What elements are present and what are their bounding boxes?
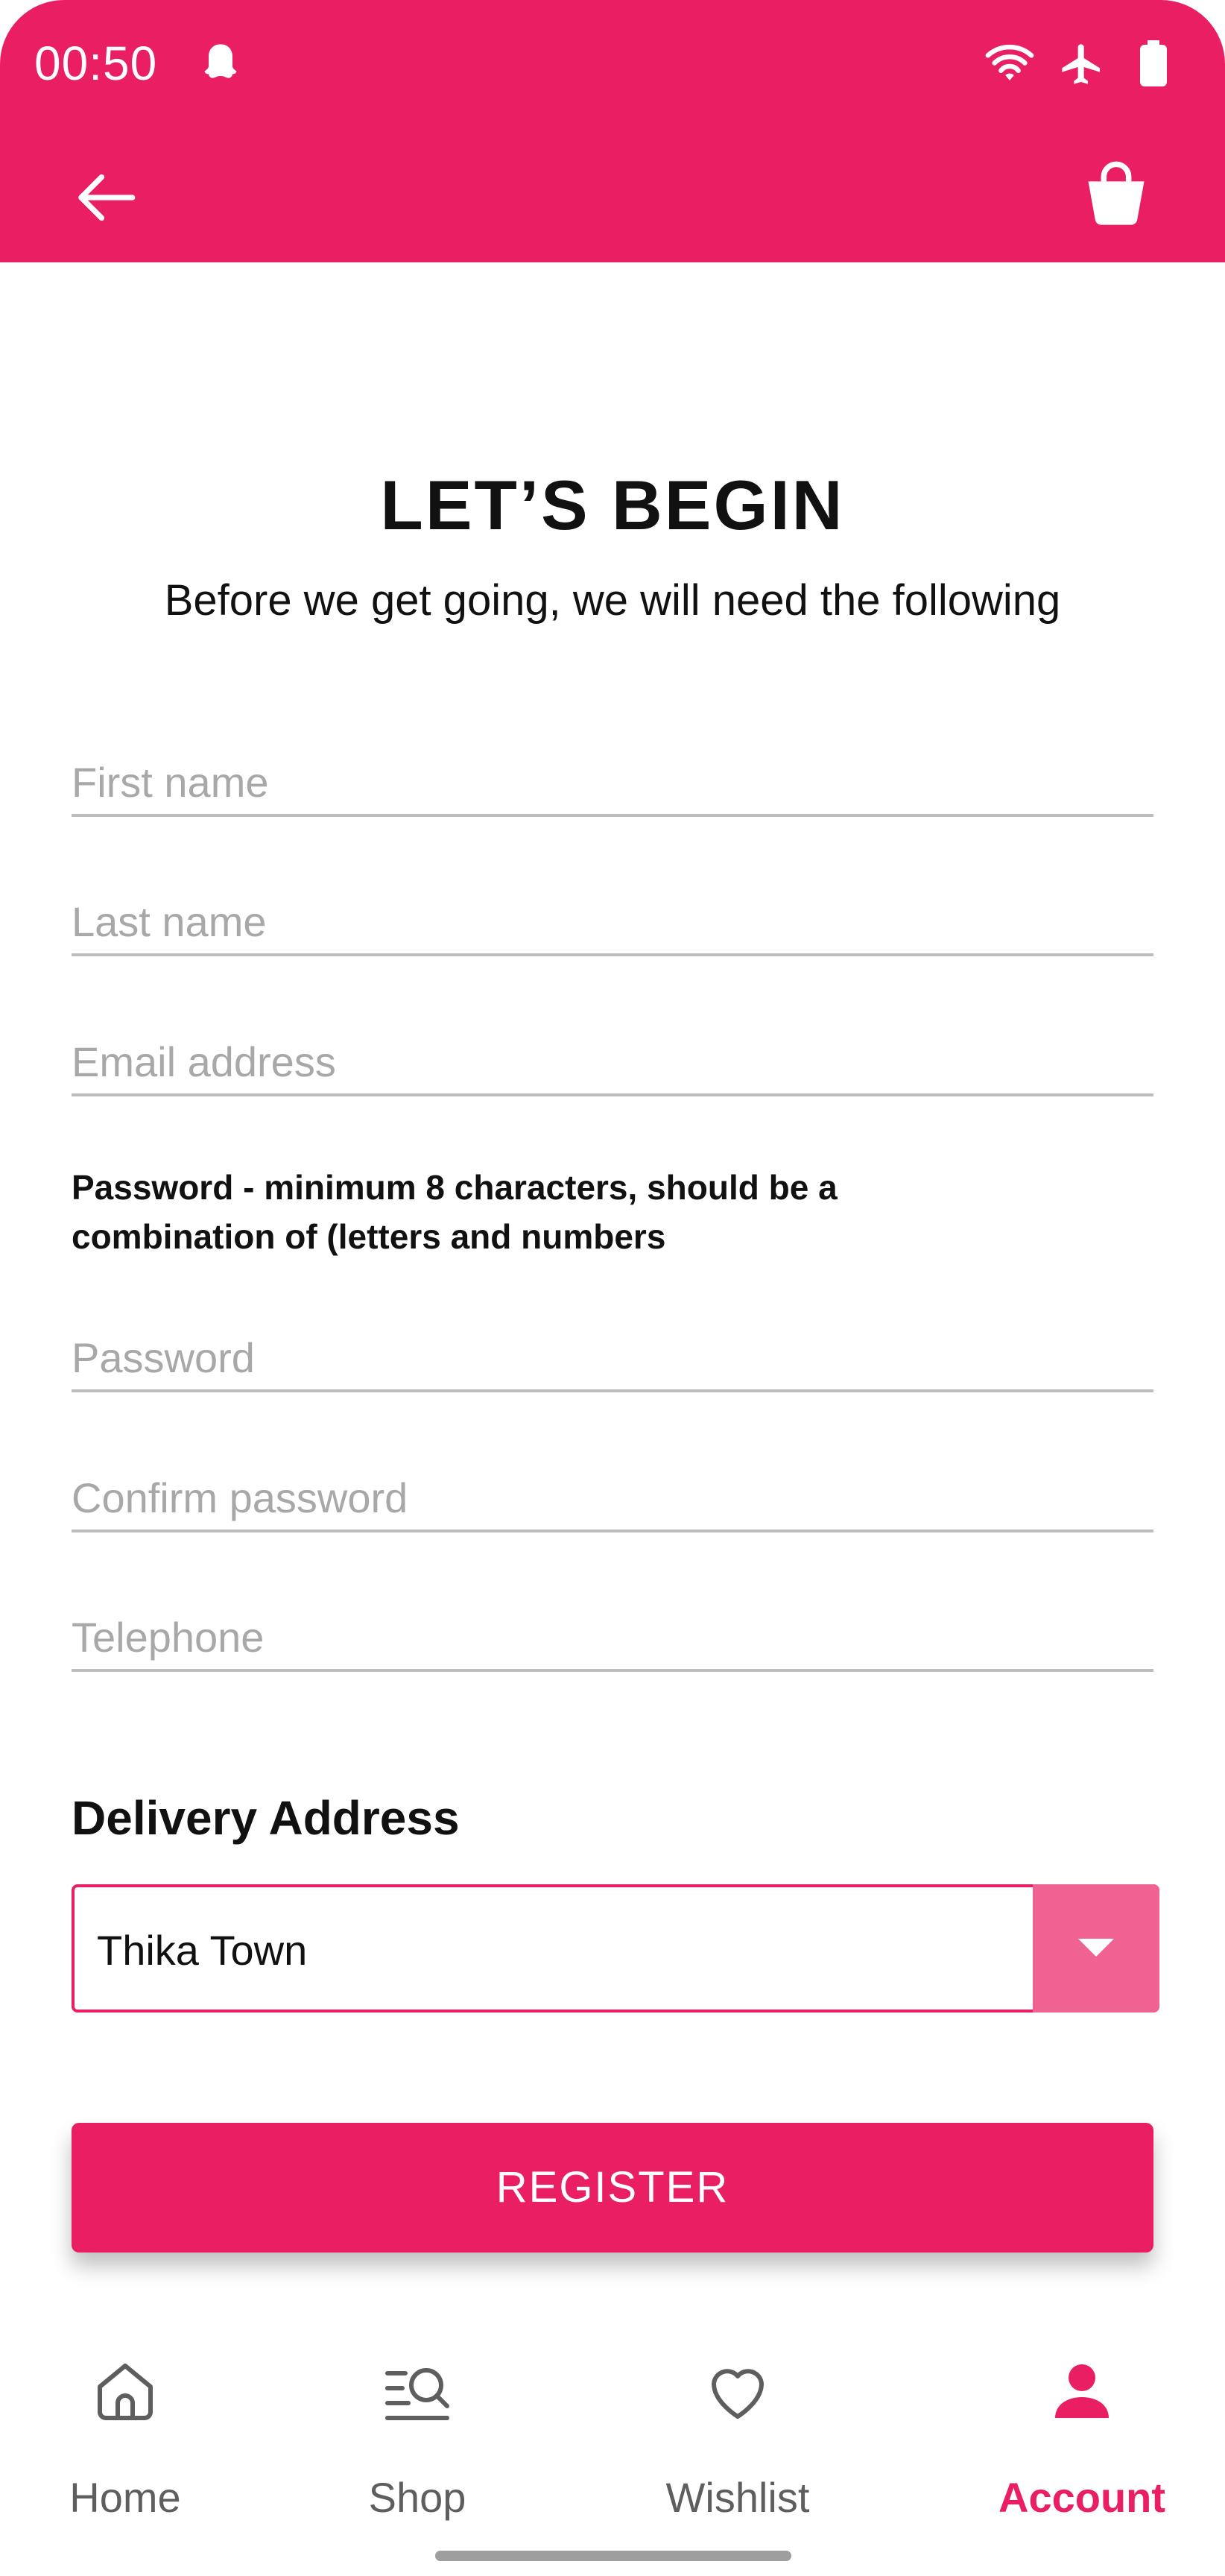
wifi-icon	[984, 42, 1036, 86]
email-input[interactable]	[72, 1029, 1153, 1096]
status-time: 00:50	[34, 37, 158, 90]
password-hint-line-2: combination of (letters and numbers	[72, 1217, 666, 1256]
shopping-bag-icon	[1079, 161, 1153, 234]
page-title: LET’S BEGIN	[380, 466, 845, 544]
app-header	[0, 0, 1225, 262]
delivery-address-select[interactable]: Thika Town	[72, 1884, 1159, 2012]
battery-icon	[1139, 40, 1168, 88]
arrow-left-icon	[64, 174, 146, 242]
page-subtitle: Before we get going, we will need the fo…	[164, 576, 1061, 625]
back-button[interactable]	[64, 157, 146, 239]
delivery-address-title: Delivery Address	[72, 1791, 460, 1845]
airplane-icon	[1058, 40, 1106, 88]
password-input[interactable]	[72, 1325, 1153, 1392]
telephone-input[interactable]	[72, 1605, 1153, 1672]
last-name-input[interactable]	[72, 889, 1153, 956]
dropdown-toggle[interactable]	[1033, 1884, 1159, 2012]
home-icon	[89, 2355, 161, 2431]
password-hint-line-1: Password - minimum 8 characters, should …	[72, 1168, 838, 1207]
caret-down-icon	[1076, 1936, 1116, 1963]
ghost-icon	[197, 40, 244, 88]
account-icon	[1046, 2355, 1118, 2431]
password-hint: Password - minimum 8 characters, should …	[72, 1163, 1040, 1261]
first-name-input[interactable]	[72, 750, 1153, 817]
nav-account-label: Account	[998, 2474, 1165, 2521]
confirm-password-input[interactable]	[72, 1465, 1153, 1532]
shop-search-icon	[382, 2355, 453, 2431]
nav-wishlist-label: Wishlist	[665, 2474, 810, 2521]
nav-home-label: Home	[69, 2474, 181, 2521]
cart-button[interactable]	[1079, 157, 1161, 239]
delivery-address-value: Thika Town	[97, 1927, 308, 1974]
nav-shop-label: Shop	[368, 2474, 466, 2521]
heart-icon	[702, 2355, 773, 2431]
home-indicator[interactable]	[435, 2551, 791, 2561]
register-button[interactable]: REGISTER	[72, 2123, 1153, 2253]
